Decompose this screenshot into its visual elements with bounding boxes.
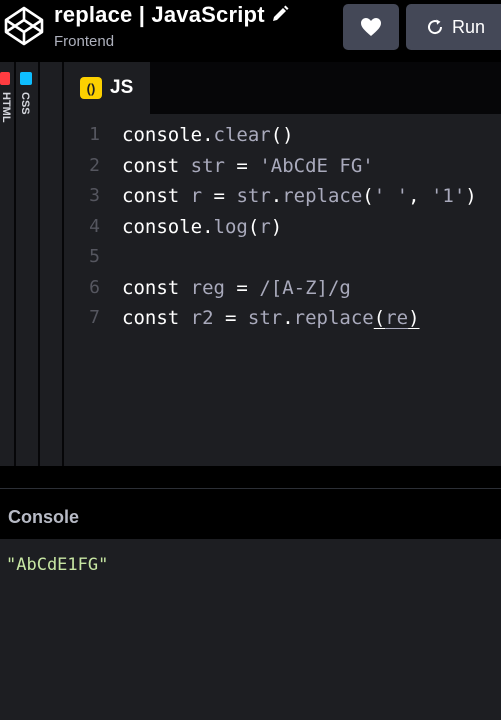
css-badge-icon: [20, 72, 32, 85]
code-token: clear: [213, 124, 271, 146]
code-token: log: [213, 215, 248, 238]
js-editor-tabbar: () JS: [64, 62, 501, 114]
pencil-icon[interactable]: [271, 5, 289, 23]
code-token: (: [362, 185, 374, 207]
code-token: r: [190, 185, 203, 207]
code-line[interactable]: 2 const str = 'AbCdE FG': [64, 151, 501, 182]
js-editor[interactable]: () JS 1 console.clear() 2 const str = 'AbCd…: [64, 62, 501, 466]
code-token: const: [122, 154, 180, 177]
code-line[interactable]: 3 const r = str.replace(' ', '1'): [64, 181, 501, 212]
code-token: (): [270, 124, 294, 146]
code-token: /[A-Z]/g: [259, 276, 351, 299]
code-token: r2: [190, 307, 214, 329]
code-line[interactable]: 7 const r2 = str.replace(re): [64, 303, 501, 334]
code-token: =: [224, 154, 260, 177]
line-number: 6: [89, 276, 100, 298]
code-token: str: [236, 185, 271, 207]
code-token: ): [465, 185, 477, 207]
line-number: 1: [89, 124, 100, 145]
code-text: const r2 = str.replace(re): [122, 303, 420, 334]
run-button[interactable]: Run: [406, 4, 501, 50]
code-token: re: [385, 307, 409, 329]
code-token: reg: [190, 276, 225, 299]
console-output: "AbCdE1FG": [0, 539, 501, 720]
code-token: ' ': [373, 185, 409, 207]
code-token: .: [282, 307, 294, 329]
code-token: (: [373, 307, 386, 329]
css-editor-label: CSS: [19, 92, 31, 115]
code-token: (: [247, 215, 260, 238]
line-number: 2: [89, 154, 100, 176]
code-token: console: [122, 124, 203, 146]
header: replace | JavaScript Frontend Run: [0, 0, 501, 62]
code-editor[interactable]: 1 console.clear() 2 const str = 'AbCdE FG' 3…: [64, 120, 501, 334]
html-badge-icon: [0, 72, 10, 85]
code-text: const str = 'AbCdE FG': [122, 151, 374, 182]
css-editor-collapsed[interactable]: CSS: [16, 62, 40, 466]
console-log-line: "AbCdE1FG": [6, 555, 109, 575]
js-editor-label: JS: [110, 77, 134, 98]
code-token: .: [270, 185, 283, 207]
pen-subtitle[interactable]: Frontend: [54, 33, 114, 50]
console-title: Console: [8, 507, 80, 527]
code-text: console.clear(): [122, 120, 294, 151]
love-button[interactable]: [343, 4, 399, 50]
code-token: .: [202, 215, 214, 238]
code-token: =: [224, 276, 260, 299]
codepen-logo-icon[interactable]: [2, 4, 46, 48]
code-token: =: [213, 307, 248, 329]
code-token: ,: [408, 185, 431, 207]
heart-icon: [361, 18, 381, 36]
code-line[interactable]: 5: [64, 242, 501, 273]
pen-title[interactable]: replace | JavaScript: [54, 2, 289, 28]
code-token: ): [270, 215, 283, 238]
line-number: 4: [89, 215, 100, 237]
run-label: Run: [452, 16, 486, 37]
code-token: console: [122, 215, 203, 238]
js-badge-icon: (): [80, 77, 102, 99]
line-number: 5: [89, 246, 100, 267]
line-number: 3: [89, 185, 100, 206]
html-editor-collapsed[interactable]: HTML: [0, 62, 16, 466]
editor-area: HTML CSS () JS 1 console.clear() 2 const st…: [0, 62, 501, 466]
console-header: Console: [0, 489, 501, 539]
code-token: '1': [430, 185, 466, 207]
code-line[interactable]: 1 console.clear(): [64, 120, 501, 151]
code-token: =: [202, 185, 237, 207]
code-token: ): [408, 307, 420, 329]
code-token: .: [202, 124, 214, 146]
code-text: const reg = /[A-Z]/g: [122, 273, 351, 304]
pen-title-text: replace | JavaScript: [54, 2, 265, 27]
code-token: str: [190, 154, 225, 177]
code-token: replace: [293, 307, 374, 329]
code-token: replace: [282, 185, 363, 207]
line-number: 7: [89, 307, 100, 328]
html-editor-label: HTML: [0, 92, 12, 123]
code-text: const r = str.replace(' ', '1'): [122, 181, 477, 212]
code-token: const: [122, 276, 180, 299]
code-token: const: [122, 307, 180, 329]
code-token: str: [247, 307, 283, 329]
code-line[interactable]: 4 console.log(r): [64, 212, 501, 243]
code-token: const: [122, 185, 180, 207]
code-token: r: [259, 215, 271, 238]
js-editor-spacer: [40, 62, 64, 466]
code-line[interactable]: 6 const reg = /[A-Z]/g: [64, 273, 501, 304]
js-editor-tab[interactable]: () JS: [64, 62, 150, 114]
code-token: 'AbCdE FG': [259, 154, 374, 177]
panel-resize-handle[interactable]: [0, 466, 501, 489]
refresh-icon: [428, 19, 443, 35]
code-text: console.log(r): [122, 212, 282, 243]
